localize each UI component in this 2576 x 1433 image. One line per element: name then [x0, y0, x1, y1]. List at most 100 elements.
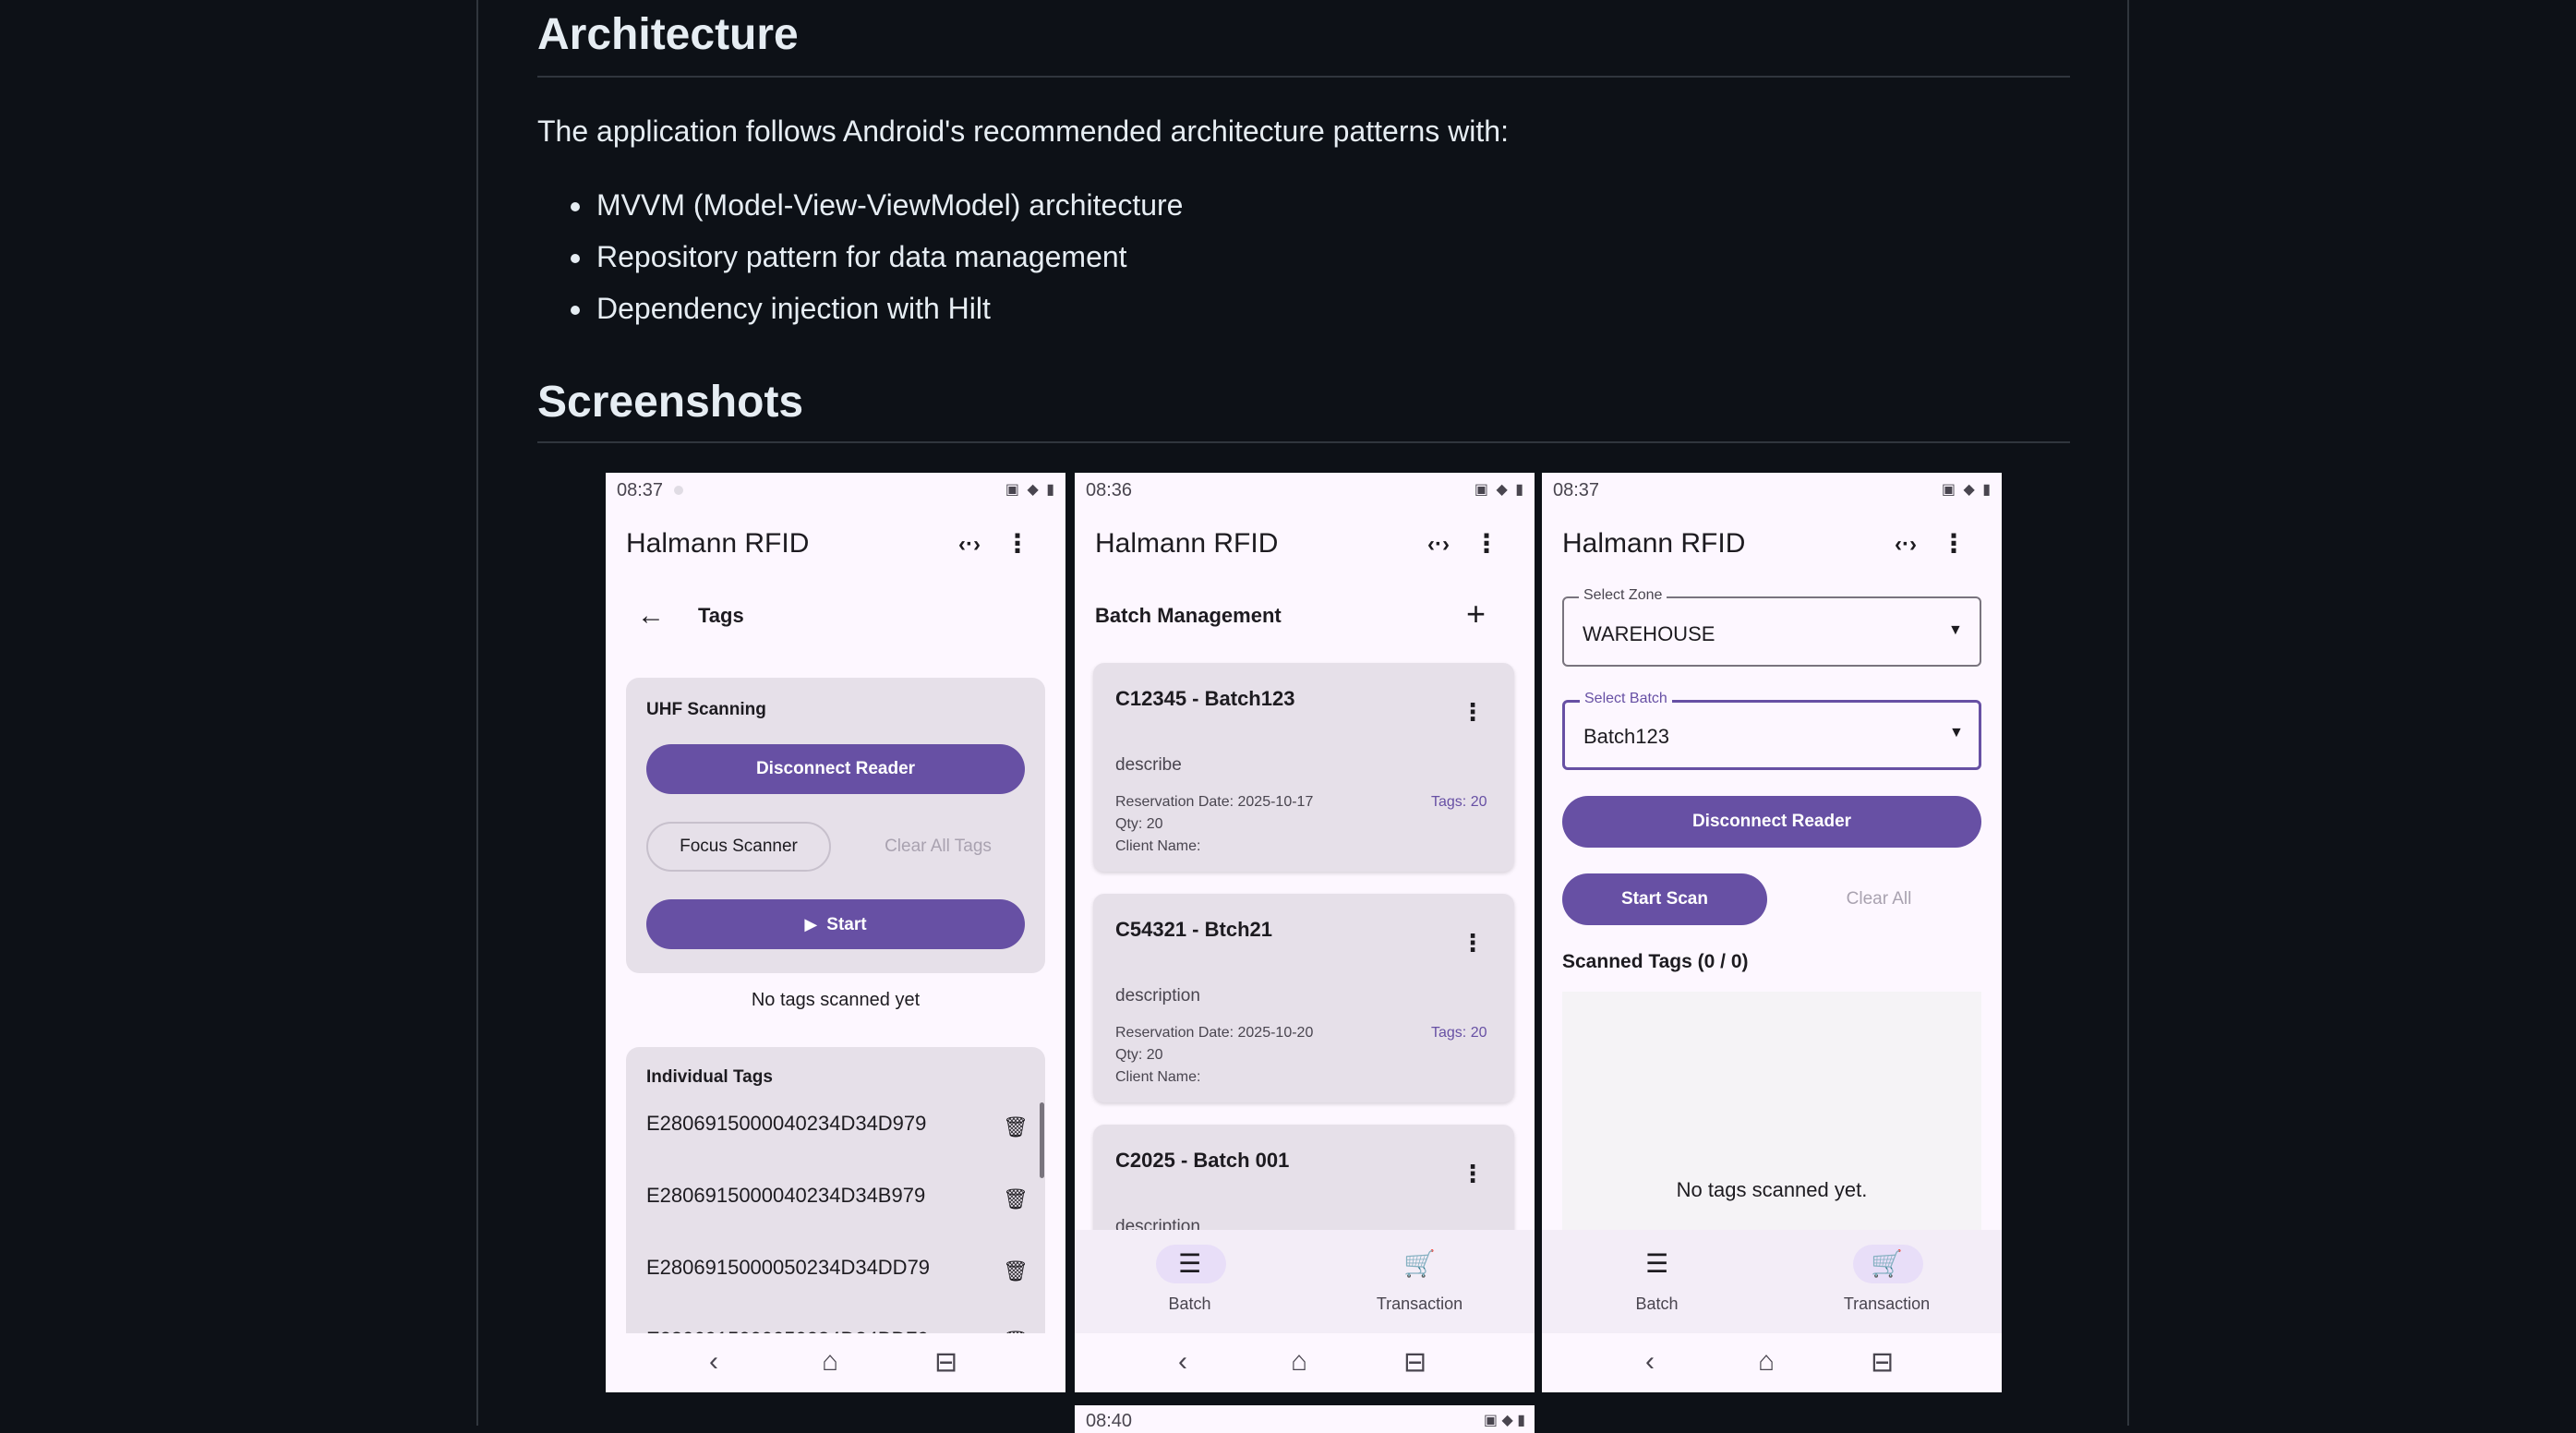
screenshot-tags-screen: 08:37 ▣ ◆ ▮ Halmann RFID ‹·› ⋮ ← Tags UH…	[606, 473, 1065, 1392]
batch-reservation-date: Reservation Date: 2025-10-17	[1115, 794, 1314, 810]
disconnect-reader-button[interactable]: Disconnect Reader	[646, 744, 1025, 794]
trash-icon[interactable]: 🗑	[1003, 1115, 1029, 1139]
status-bar: 08:37 ▣ ◆ ▮	[1542, 473, 2002, 506]
status-time: 08:37	[1553, 480, 1600, 500]
app-title: Halmann RFID	[626, 528, 810, 559]
trash-icon[interactable]: 🗑	[1003, 1187, 1029, 1211]
code-icon[interactable]: ‹·›	[953, 532, 986, 558]
batch-description: describe	[1115, 755, 1182, 775]
nav-back-icon[interactable]: ‹	[709, 1346, 718, 1378]
dropdown-icon: ▼	[1948, 622, 1963, 638]
clear-all-button[interactable]: Clear All	[1776, 873, 1981, 925]
empty-state-text: No tags scanned yet	[751, 990, 921, 1010]
nav-label: Transaction	[1376, 1295, 1463, 1313]
batch-reservation-date: Reservation Date: 2025-10-20	[1115, 1025, 1314, 1041]
card-title: UHF Scanning	[646, 700, 766, 719]
content-border-left	[476, 0, 478, 1426]
batch-tag-count: Tags: 20	[1431, 794, 1487, 810]
more-vert-icon[interactable]: ⋮	[1001, 528, 1034, 559]
more-vert-icon[interactable]: ⋮	[1461, 1160, 1485, 1188]
screenshots-heading: Screenshots	[537, 378, 804, 427]
field-value: Batch123	[1583, 725, 1669, 748]
batch-card[interactable]: C12345 - Batch123 ⋮ describe Reservation…	[1093, 663, 1514, 872]
focus-scanner-button[interactable]: Focus Scanner	[646, 822, 831, 872]
uhf-scanning-card: UHF Scanning Disconnect Reader Focus Sca…	[626, 678, 1045, 973]
status-icons: ▣ ◆ ▮	[1474, 482, 1525, 498]
nav-item-transaction[interactable]: 🛒 Transaction	[1305, 1230, 1535, 1333]
system-nav-bar: ‹ ⌂ ⊟	[606, 1333, 1065, 1392]
batch-card[interactable]: C54321 - Btch21 ⋮ description Reservatio…	[1093, 894, 1514, 1102]
clear-all-tags-button[interactable]: Clear All Tags	[848, 822, 1029, 872]
nav-item-batch[interactable]: ☰ Batch	[1542, 1230, 1772, 1333]
disconnect-reader-button[interactable]: Disconnect Reader	[1562, 796, 1981, 848]
batch-title: C54321 - Btch21	[1115, 918, 1272, 941]
cart-icon: 🛒	[1403, 1249, 1436, 1278]
heading-divider	[537, 441, 2070, 443]
start-button[interactable]: ▶ Start	[646, 899, 1025, 949]
start-scan-button[interactable]: Start Scan	[1562, 873, 1767, 925]
field-label: Select Zone	[1579, 587, 1667, 604]
nav-item-transaction[interactable]: 🛒 Transaction	[1772, 1230, 2002, 1333]
list-icon: ☰	[1644, 1249, 1669, 1278]
scanned-tags-list: No tags scanned yet.	[1562, 992, 1981, 1232]
batch-select[interactable]: Select Batch Batch123 ▼	[1562, 691, 1981, 770]
nav-back-icon[interactable]: ‹	[1645, 1346, 1655, 1378]
field-value: WAREHOUSE	[1583, 622, 1715, 645]
list-item: Dependency injection with Hilt	[537, 286, 1183, 338]
app-title: Halmann RFID	[1095, 528, 1279, 559]
nav-home-icon[interactable]: ⌂	[1758, 1346, 1775, 1378]
batch-title: C12345 - Batch123	[1115, 687, 1295, 710]
nav-recents-icon[interactable]: ⊟	[934, 1346, 957, 1379]
list-scrollbar[interactable]	[1040, 1102, 1044, 1178]
nav-recents-icon[interactable]: ⊟	[1871, 1346, 1894, 1379]
status-icons: ▣ ◆ ▮	[1483, 1413, 1525, 1428]
screenshot-transaction-screen: 08:37 ▣ ◆ ▮ Halmann RFID ‹·› ⋮ Select Zo…	[1542, 473, 2002, 1392]
field-label: Select Batch	[1580, 691, 1672, 707]
status-icons: ▣ ◆ ▮	[1941, 482, 1992, 498]
zone-select[interactable]: Select Zone WAREHOUSE ▼	[1562, 587, 1981, 667]
nav-recents-icon[interactable]: ⊟	[1403, 1346, 1426, 1379]
start-label: Start	[826, 915, 867, 934]
nav-home-icon[interactable]: ⌂	[822, 1346, 838, 1378]
list-item: Repository pattern for data management	[537, 235, 1183, 286]
nav-item-batch[interactable]: ☰ Batch	[1075, 1230, 1305, 1333]
nav-back-icon[interactable]: ‹	[1178, 1346, 1187, 1378]
content-border-right	[2127, 0, 2129, 1426]
back-arrow-icon[interactable]: ←	[637, 600, 665, 632]
nav-label: Batch	[1168, 1295, 1211, 1313]
add-batch-icon[interactable]: +	[1466, 595, 1486, 633]
heading-divider	[537, 76, 2070, 78]
status-bar: 08:36 ▣ ◆ ▮	[1075, 473, 1535, 506]
architecture-heading: Architecture	[537, 10, 799, 59]
batch-tag-count: Tags: 20	[1431, 1025, 1487, 1041]
nav-label: Transaction	[1843, 1295, 1931, 1313]
status-icons: ▣ ◆ ▮	[1005, 482, 1056, 498]
tag-row: E2806915000040234D34D979	[646, 1112, 927, 1135]
status-time: 08:40	[1086, 1411, 1133, 1431]
app-title: Halmann RFID	[1562, 528, 1746, 559]
status-bar: 08:37 ▣ ◆ ▮	[606, 473, 1065, 506]
tag-row: E2806915000050234D34DD79	[646, 1256, 931, 1279]
batch-qty: Qty: 20	[1115, 1047, 1163, 1063]
screenshot-batch-screen: 08:36 ▣ ◆ ▮ Halmann RFID ‹·› ⋮ Batch Man…	[1075, 473, 1535, 1392]
status-time: 08:37	[617, 480, 664, 500]
card-title: Individual Tags	[646, 1067, 773, 1087]
more-vert-icon[interactable]: ⋮	[1937, 528, 1970, 559]
more-vert-icon[interactable]: ⋮	[1470, 528, 1503, 559]
nav-label: Batch	[1635, 1295, 1679, 1313]
status-time: 08:36	[1086, 480, 1133, 500]
play-icon: ▶	[804, 915, 818, 933]
screen-title: Batch Management	[1095, 604, 1282, 627]
architecture-list: MVVM (Model-View-ViewModel) architecture…	[537, 183, 1183, 338]
batch-title: C2025 - Batch 001	[1115, 1149, 1290, 1172]
code-icon[interactable]: ‹·›	[1422, 532, 1455, 558]
code-icon[interactable]: ‹·›	[1889, 532, 1922, 558]
nav-home-icon[interactable]: ⌂	[1291, 1346, 1307, 1378]
empty-state-text: No tags scanned yet.	[1676, 1178, 1868, 1201]
system-nav-bar: ‹ ⌂ ⊟	[1075, 1333, 1535, 1392]
screenshot-partial: 08:40 ▣ ◆ ▮	[1075, 1405, 1535, 1433]
list-item: MVVM (Model-View-ViewModel) architecture	[537, 183, 1183, 235]
more-vert-icon[interactable]: ⋮	[1461, 929, 1485, 957]
trash-icon[interactable]: 🗑	[1003, 1259, 1029, 1283]
more-vert-icon[interactable]: ⋮	[1461, 698, 1485, 727]
